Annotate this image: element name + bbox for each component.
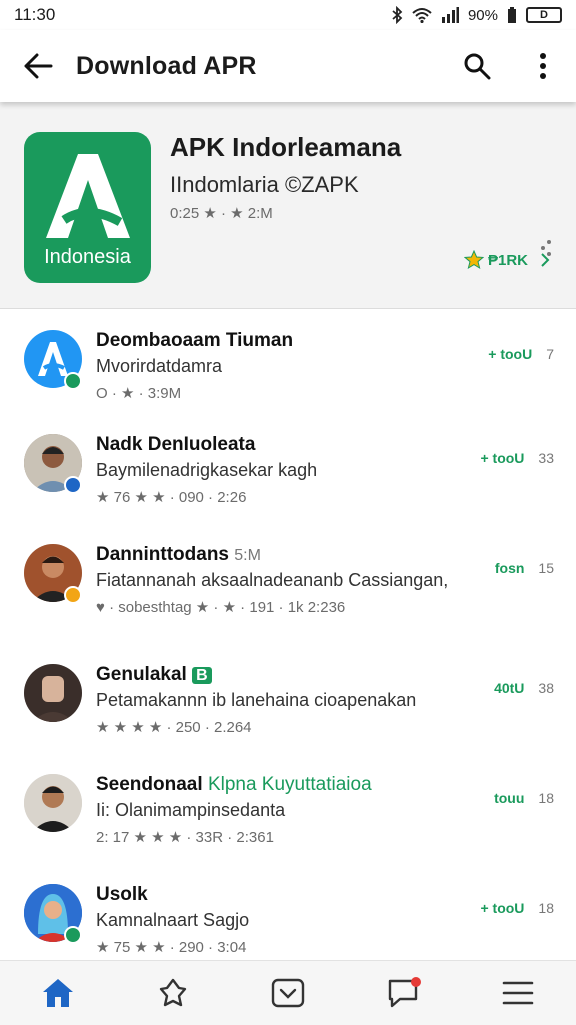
status-bar: 11:30 90% D [0, 0, 576, 30]
more-vert-icon [540, 53, 546, 79]
item-action-label: fosn [494, 560, 525, 576]
status-time: 11:30 [14, 5, 56, 24]
item-title-text: Danninttodans [96, 544, 229, 565]
item-count: 18 [538, 790, 554, 806]
rating-badge[interactable]: ₱1RK [463, 250, 552, 270]
app-logo: Indonesia [24, 132, 151, 283]
item-action[interactable]: 40tU 38 [494, 680, 554, 696]
verified-badge-icon [64, 372, 82, 390]
item-meta: ♥ · sobesthtag ★ · ★ · 191 · 1k 2:236 [96, 599, 346, 616]
back-button[interactable] [0, 30, 76, 102]
item-meta: 2: 17 ★ ★ ★ · 33R · 2:361 [96, 829, 274, 846]
item-title-text: Seendonaal [96, 774, 203, 795]
item-title: Nadk DenIuoleata [96, 434, 256, 455]
letter-a-logo-icon [46, 154, 130, 238]
item-action[interactable]: fosn 15 [495, 560, 554, 576]
status-icons: 90% D [391, 6, 562, 24]
home-icon [42, 979, 73, 1007]
item-action-label: touu [494, 790, 525, 806]
list-item[interactable]: Usolk Kamnalnaart Sagjo ★ 75 ★ ★ · 290 ·… [0, 864, 576, 964]
nav-messages[interactable] [373, 963, 433, 1023]
arrow-left-icon [24, 53, 53, 79]
item-count: 7 [546, 346, 554, 362]
item-meta: O · ★ · 3:9M [96, 385, 182, 402]
list-item[interactable]: Genulakal B Petamakannn ib lanehaina cio… [0, 644, 576, 744]
rating-badge-label: ₱1RK [487, 251, 528, 269]
battery-percent: 90% [467, 6, 498, 24]
item-subtitle: Kamnalnaart Sagjo [96, 910, 250, 930]
item-action[interactable]: touu 18 [494, 790, 554, 806]
item-subtitle: Baymilenadrigkasekar kagh [96, 460, 318, 480]
inbox-icon [271, 978, 305, 1008]
item-action[interactable]: + tooU 18 [480, 900, 554, 916]
nav-menu[interactable] [488, 963, 548, 1023]
list-item[interactable]: Danninttodans 5:M Fiatannanah aksaalnade… [0, 524, 576, 624]
search-icon [464, 53, 491, 80]
item-title-text: Genulakal [96, 664, 187, 685]
item-action[interactable]: + tooU 7 [488, 346, 554, 362]
item-action-label: + tooU [488, 346, 533, 362]
item-title: Deombaoaam Tiuman [96, 330, 294, 351]
list-item[interactable]: Seendonaal Klpna Kuyuttatiaioa Ii: Olani… [0, 754, 576, 854]
item-action-label: + tooU [480, 450, 525, 466]
menu-icon [503, 981, 534, 1005]
person-photo-icon [24, 774, 82, 832]
item-action[interactable]: + tooU 33 [480, 450, 554, 466]
person-photo-icon [24, 664, 82, 722]
item-count: 33 [538, 450, 554, 466]
page-title: Download APR [76, 51, 257, 80]
battery-icon: D [526, 7, 562, 23]
list-item[interactable]: Deombaoaam Tiuman Mvorirdatdamra O · ★ ·… [0, 310, 576, 410]
star-icon [463, 250, 484, 270]
item-subtitle: Mvorirdatdamra [96, 356, 223, 376]
item-subtitle: Ii: Olanimampinsedanta [96, 800, 286, 820]
item-action-label: 40tU [494, 680, 525, 696]
app-title: APK Indorleamana [170, 132, 402, 162]
nav-home[interactable] [28, 963, 88, 1023]
item-count: 18 [538, 900, 554, 916]
item-subtitle: Fiatannanah aksaalnadeananb Cassiangan, [96, 570, 449, 590]
item-meta: ★ 75 ★ ★ · 290 · 3:04 [96, 939, 247, 956]
verified-badge-icon [64, 586, 82, 604]
item-count: 38 [538, 680, 554, 696]
item-title: Usolk [96, 884, 148, 905]
item-meta: ★ 76 ★ ★ · 090 · 2:26 [96, 489, 247, 506]
verified-badge-icon [64, 476, 82, 494]
nav-pinned[interactable] [143, 963, 203, 1023]
signal-icon [441, 7, 459, 23]
app-logo-label: Indonesia [44, 246, 131, 268]
item-title: Genulakal B [96, 664, 212, 686]
pin-icon [159, 978, 186, 1007]
item-title: Seendonaal Klpna Kuyuttatiaioa [96, 774, 372, 796]
verified-badge-icon [64, 926, 82, 944]
battery-small-icon [508, 7, 516, 23]
search-button[interactable] [444, 30, 510, 102]
avatar [24, 774, 82, 832]
item-meta: ★ ★ ★ ★ · 250 · 2.264 [96, 719, 252, 736]
list-item[interactable]: Nadk DenIuoleata Baymilenadrigkasekar ka… [0, 414, 576, 514]
item-title: Danninttodans 5:M [96, 544, 261, 566]
item-subtitle: Petamakannn ib lanehaina cioapenakan [96, 690, 417, 710]
item-title-tag: B [192, 667, 212, 684]
wifi-icon [412, 8, 432, 23]
item-action-label: + tooU [480, 900, 525, 916]
app-bar: Download APR [0, 30, 576, 102]
app-subtitle: IIndomlaria ©ZAPK [170, 172, 359, 197]
bluetooth-icon [392, 6, 403, 24]
avatar [24, 664, 82, 722]
app-meta: 0:25 ★ · ★ 2:M [170, 205, 273, 222]
nav-inbox[interactable] [258, 963, 318, 1023]
item-title-tag: 5:M [234, 547, 261, 564]
more-options-button[interactable] [510, 30, 576, 102]
item-count: 15 [538, 560, 554, 576]
bottom-navigation [0, 960, 576, 1025]
item-title-tag: Klpna Kuyuttatiaioa [207, 774, 372, 795]
chevron-right-icon [541, 253, 550, 267]
featured-app-card[interactable]: Indonesia APK Indorleamana IIndomlaria ©… [0, 102, 576, 309]
